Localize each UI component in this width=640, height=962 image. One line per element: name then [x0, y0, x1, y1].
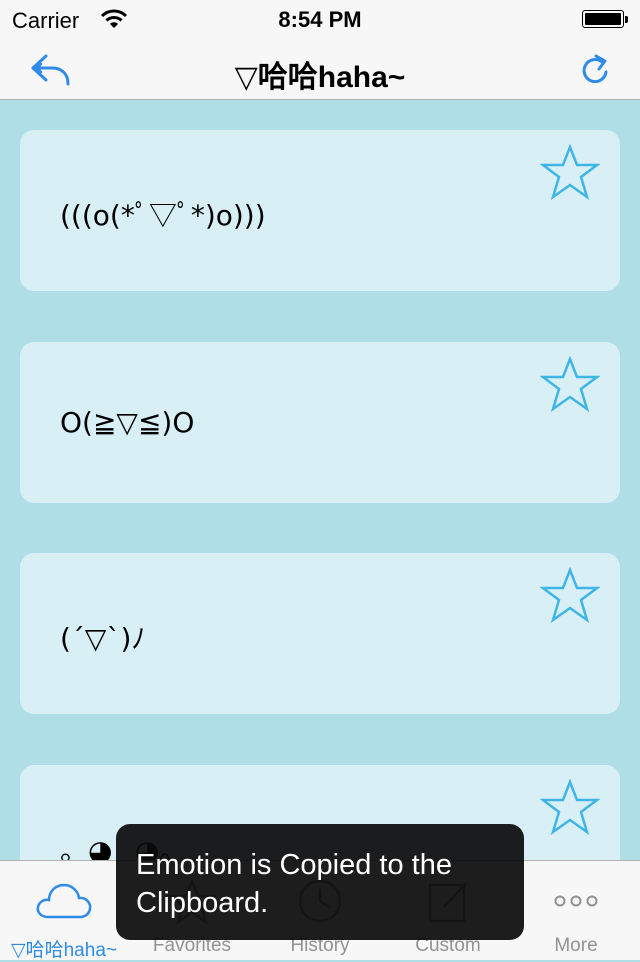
navigation-bar: ▽哈哈haha~: [0, 40, 640, 100]
tab-label: More: [554, 935, 598, 956]
toast-message: Emotion is Copied to the Clipboard.: [136, 849, 452, 919]
refresh-icon[interactable]: [578, 50, 612, 88]
emoticon-card[interactable]: O(≧▽≦)O: [20, 342, 620, 503]
tab-haha[interactable]: ▽哈哈haha~: [0, 861, 128, 961]
star-icon[interactable]: [540, 779, 600, 835]
star-icon[interactable]: [540, 356, 600, 412]
tab-more[interactable]: More: [512, 861, 640, 961]
more-icon: [554, 895, 598, 907]
emoticon-card[interactable]: (´▽`)ﾉ: [20, 553, 620, 714]
star-icon[interactable]: [540, 144, 600, 200]
copied-toast: Emotion is Copied to the Clipboard.: [116, 824, 524, 940]
emoticon-card[interactable]: (((o(*ﾟ▽ﾟ*)o))): [20, 130, 620, 291]
emoticon-list[interactable]: (((o(*ﾟ▽ﾟ*)o))) O(≧▽≦)O (´▽`)ﾉ 。◕‿◕。: [0, 100, 640, 860]
emoticon-text: O(≧▽≦)O: [60, 406, 195, 439]
cloud-icon: [36, 883, 92, 919]
page-title: ▽哈哈haha~: [234, 61, 406, 94]
star-icon[interactable]: [540, 567, 600, 623]
emoticon-text: (((o(*ﾟ▽ﾟ*)o))): [60, 199, 266, 232]
tab-label: ▽哈哈haha~: [11, 940, 117, 961]
status-time: 8:54 PM: [278, 7, 362, 32]
emoticon-text: (´▽`)ﾉ: [60, 622, 146, 655]
status-bar: Carrier 8:54 PM: [0, 0, 640, 40]
battery-icon: [582, 10, 628, 30]
